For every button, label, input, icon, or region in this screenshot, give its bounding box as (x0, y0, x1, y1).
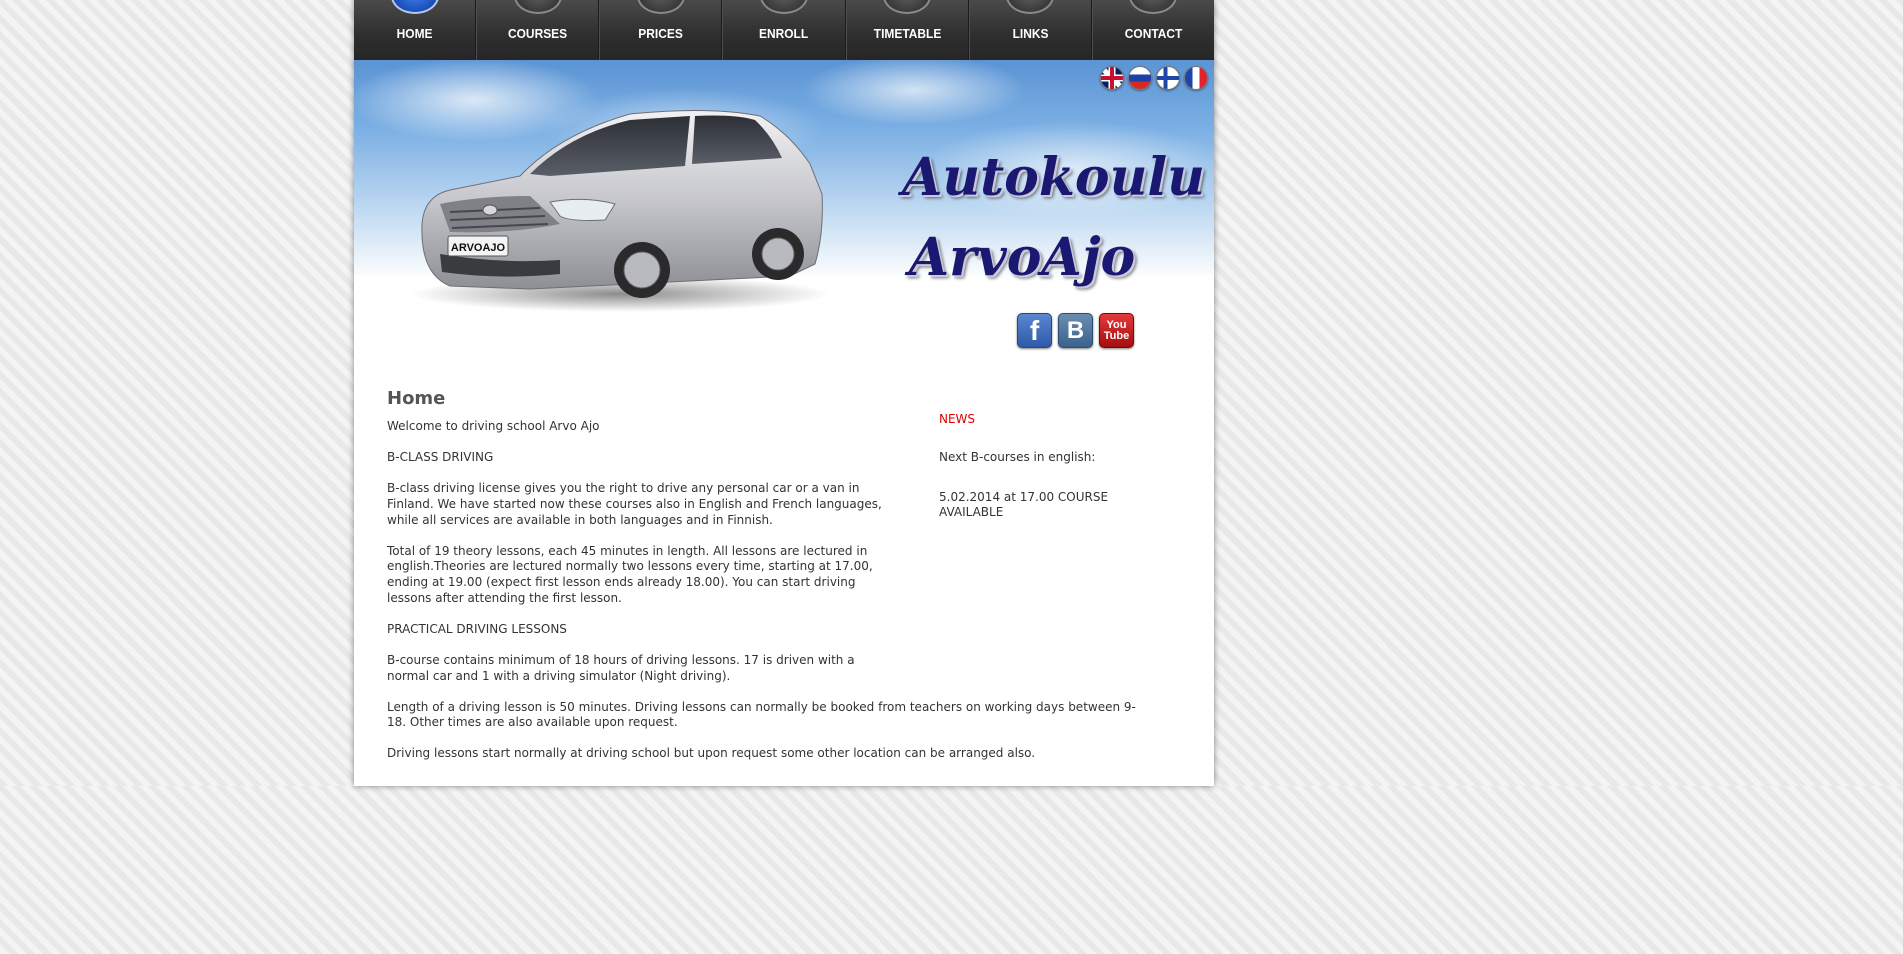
nav-contact[interactable]: CONTACT (1091, 0, 1214, 60)
vk-glyph: B (1066, 316, 1085, 344)
nav-enroll-label: ENROLL (759, 26, 809, 41)
logo-line-1: Autokoulu (902, 147, 1205, 208)
youtube-glyph-line-1: You (1106, 318, 1127, 331)
main-nav: HOME COURSES PRICES ENROLL TIMETABLE LIN… (354, 0, 1214, 60)
header-banner: ARVOAJO Autokoulu ArvoAjo f B You Tube (354, 60, 1214, 360)
logo-line-2: ArvoAjo (908, 227, 1136, 288)
russian-flag-icon[interactable] (1128, 66, 1152, 90)
nav-home-knob-icon (390, 0, 439, 14)
nav-links-label: LINKS (1012, 26, 1049, 41)
site-logo[interactable]: Autokoulu ArvoAjo (902, 138, 1205, 298)
nav-links[interactable]: LINKS (968, 0, 1092, 60)
nav-timetable-knob-icon (883, 0, 932, 14)
facebook-glyph: f (1029, 314, 1040, 346)
nav-links-knob-icon (1006, 0, 1055, 14)
b-class-heading: B-CLASS DRIVING (387, 450, 494, 465)
news-item: Next B-courses in english: (939, 450, 1096, 464)
nav-prices-label: PRICES (638, 26, 684, 41)
finnish-flag-icon[interactable] (1156, 66, 1180, 90)
lesson-length-text: Length of a driving lesson is 50 minutes… (387, 699, 1136, 730)
car-image: ARVOAJO (410, 109, 830, 312)
practical-lessons-heading: PRACTICAL DRIVING LESSONS (387, 621, 567, 636)
vk-icon[interactable]: B (1058, 313, 1093, 348)
news-panel: NEWS Next B-courses in english: 5.02.201… (939, 412, 1139, 545)
nav-enroll-knob-icon (759, 0, 808, 14)
page-title: Home (387, 388, 446, 409)
welcome-text: Welcome to driving school Arvo Ajo (387, 419, 600, 433)
lesson-location-text: Driving lessons start normally at drivin… (387, 746, 1036, 761)
license-plate: ARVOAJO (451, 242, 506, 254)
theory-lessons-text: Total of 19 theory lessons, each 45 minu… (387, 543, 873, 605)
language-switcher (1100, 66, 1208, 90)
facebook-icon[interactable]: f (1017, 313, 1052, 348)
youtube-glyph-line-2: Tube (1103, 329, 1130, 342)
nav-courses-knob-icon (513, 0, 562, 14)
nav-courses-label: COURSES (508, 26, 568, 41)
youtube-icon[interactable]: You Tube (1099, 313, 1134, 348)
nav-timetable-label: TIMETABLE (873, 26, 941, 41)
nav-contact-label: CONTACT (1124, 26, 1183, 41)
nav-prices[interactable]: PRICES (599, 0, 723, 60)
english-flag-icon[interactable] (1100, 66, 1124, 90)
social-links: f B You Tube (1017, 313, 1134, 348)
nav-timetable[interactable]: TIMETABLE (845, 0, 969, 60)
nav-prices-knob-icon (636, 0, 685, 14)
nav-courses[interactable]: COURSES (476, 0, 600, 60)
nav-enroll[interactable]: ENROLL (722, 0, 846, 60)
french-flag-icon[interactable] (1184, 66, 1208, 90)
news-item: 5.02.2014 at 17.00 COURSE AVAILABLE (939, 489, 1109, 520)
b-course-text: B-course contains minimum of 18 hours of… (387, 652, 855, 683)
news-title: NEWS (939, 412, 976, 426)
nav-contact-knob-icon (1129, 0, 1178, 14)
nav-home-label: HOME (396, 26, 433, 41)
page-container: HOME COURSES PRICES ENROLL TIMETABLE LIN… (354, 0, 1214, 786)
nav-home[interactable]: HOME (354, 0, 477, 60)
b-class-description: B-class driving license gives you the ri… (387, 481, 882, 527)
